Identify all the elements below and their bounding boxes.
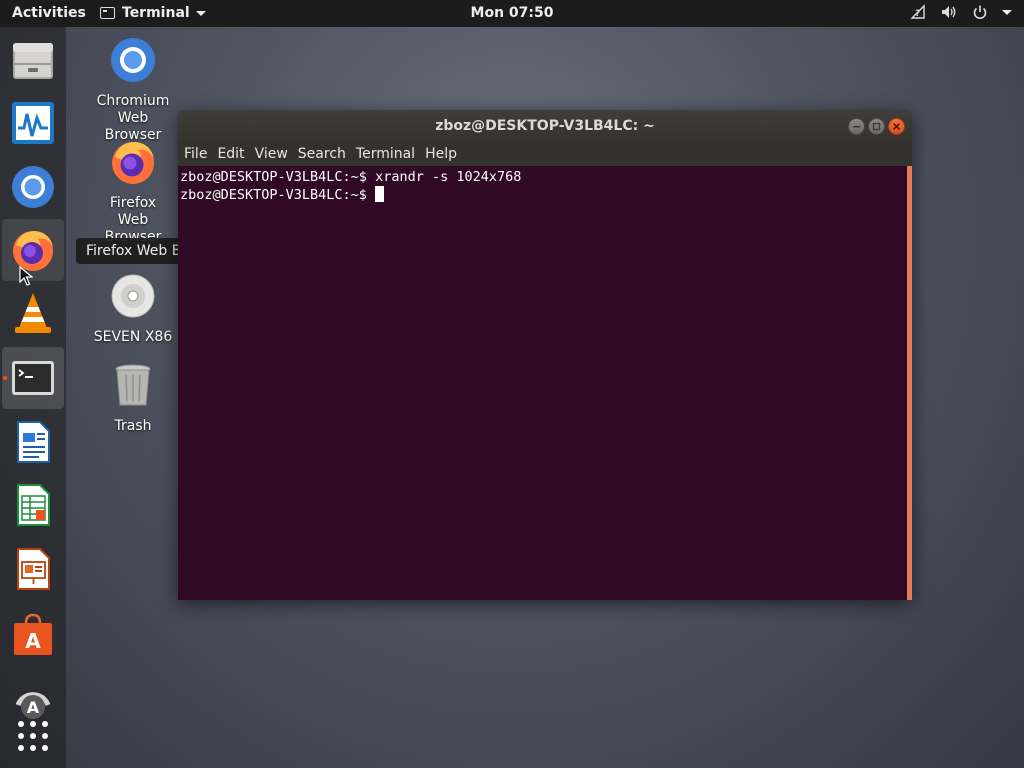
terminal-window[interactable]: zboz@DESKTOP-V3LB4LC: ~ File Edit View S… — [178, 110, 912, 600]
terminal-prompt-line: zboz@DESKTOP-V3LB4LC:~$ — [180, 186, 912, 204]
system-monitor-icon — [12, 102, 54, 144]
terminal-output[interactable]: zboz@DESKTOP-V3LB4LC:~$ xrandr -s 1024x7… — [178, 166, 912, 600]
desktop-icon-firefox[interactable]: Firefox Web Browser — [83, 138, 183, 246]
volume-icon[interactable] — [940, 3, 958, 21]
menu-terminal[interactable]: Terminal — [356, 146, 415, 162]
text-cursor — [375, 186, 385, 202]
window-titlebar[interactable]: zboz@DESKTOP-V3LB4LC: ~ — [178, 110, 912, 142]
dock-item-libreoffice-calc[interactable] — [2, 474, 64, 536]
writer-document-icon — [17, 421, 50, 463]
close-button[interactable] — [888, 118, 905, 135]
app-menu-label: Terminal — [122, 5, 190, 21]
minimize-button[interactable] — [848, 118, 865, 135]
window-title: zboz@DESKTOP-V3LB4LC: ~ — [435, 118, 655, 134]
top-bar: Activities Terminal Mon 07:50 ? — [0, 0, 1024, 27]
mouse-pointer-icon — [19, 266, 33, 286]
maximize-icon — [872, 122, 881, 131]
menu-file[interactable]: File — [184, 146, 207, 162]
dock-item-libreoffice-impress[interactable] — [2, 538, 64, 600]
file-cabinet-icon — [13, 43, 53, 79]
dock-item-files[interactable] — [2, 30, 64, 92]
window-controls — [848, 118, 905, 135]
minimize-icon — [853, 126, 860, 128]
dock-item-libreoffice-writer[interactable] — [2, 411, 64, 473]
maximize-button[interactable] — [868, 118, 885, 135]
terminal-menubar: File Edit View Search Terminal Help — [178, 142, 912, 166]
dock-item-ubuntu-software[interactable]: A — [2, 603, 64, 665]
dock: A A — [0, 27, 66, 768]
menu-help[interactable]: Help — [425, 146, 457, 162]
desktop-icon-label: SEVEN X86 — [93, 329, 173, 345]
terminal-scrollbar[interactable] — [907, 166, 912, 600]
impress-presentation-icon — [17, 548, 50, 590]
dock-item-firefox[interactable] — [2, 219, 64, 281]
trash-icon — [115, 364, 151, 406]
dock-item-system-monitor[interactable] — [2, 92, 64, 154]
calc-spreadsheet-icon — [17, 484, 50, 526]
vlc-icon — [15, 293, 51, 333]
chevron-down-icon — [195, 10, 206, 16]
chevron-down-icon[interactable] — [1002, 9, 1012, 15]
menu-search[interactable]: Search — [298, 146, 346, 162]
desktop-icon-label: Trash — [114, 418, 152, 434]
desktop-icon-trash[interactable]: Trash — [83, 361, 183, 435]
menu-view[interactable]: View — [255, 146, 288, 162]
app-menu[interactable]: Terminal — [100, 5, 206, 21]
desktop-icon-label: Chromium Web Browser — [96, 93, 170, 143]
firefox-icon — [112, 142, 154, 184]
running-indicator — [3, 376, 7, 380]
desktop-icon-drive[interactable]: SEVEN X86 — [83, 272, 183, 346]
disc-icon — [111, 274, 155, 318]
activities-button[interactable]: Activities — [12, 5, 86, 21]
close-icon — [892, 122, 901, 131]
chromium-icon — [111, 38, 155, 82]
system-tray[interactable]: ? — [909, 3, 1012, 21]
clock[interactable]: Mon 07:50 — [471, 5, 554, 21]
terminal-icon — [12, 361, 54, 395]
app-grid-icon — [18, 721, 48, 751]
dock-item-terminal[interactable] — [2, 347, 64, 409]
firefox-icon — [13, 231, 53, 271]
chromium-icon — [12, 166, 54, 208]
show-applications-button[interactable] — [2, 705, 64, 767]
desktop-icon-chromium[interactable]: Chromium Web Browser — [83, 36, 183, 144]
software-bag-icon: A — [14, 613, 52, 655]
network-unknown-icon[interactable]: ? — [909, 3, 927, 21]
terminal-prompt: zboz@DESKTOP-V3LB4LC:~$ — [180, 187, 376, 203]
dock-item-vlc[interactable] — [2, 282, 64, 344]
svg-text:?: ? — [915, 9, 920, 19]
svg-text:A: A — [25, 629, 41, 653]
power-icon[interactable] — [971, 3, 989, 21]
terminal-icon — [100, 7, 115, 19]
menu-edit[interactable]: Edit — [217, 146, 244, 162]
terminal-line: zboz@DESKTOP-V3LB4LC:~$ xrandr -s 1024x7… — [180, 169, 522, 185]
dock-item-chromium[interactable] — [2, 156, 64, 218]
